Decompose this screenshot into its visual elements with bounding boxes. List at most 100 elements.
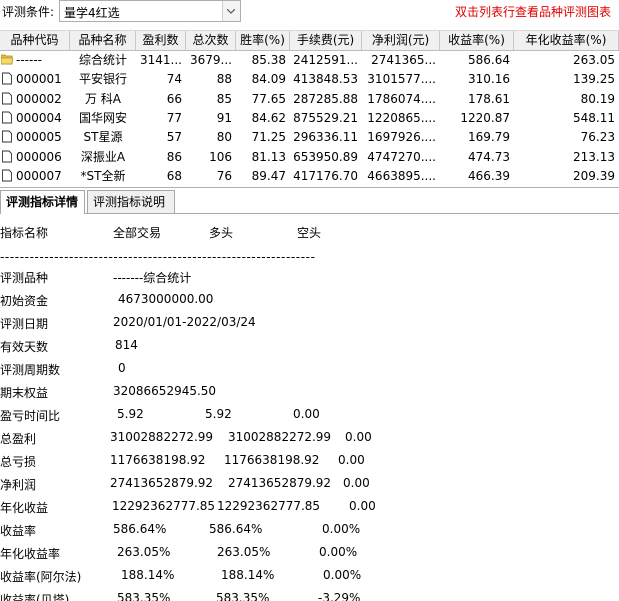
report-value-all: 27413652879.92	[110, 476, 214, 490]
report-item-label: 评测日期	[0, 317, 49, 331]
tab-bar: 评测指标详情 评测指标说明	[0, 190, 619, 214]
header-col-name[interactable]: 品种名称	[70, 31, 136, 50]
cell-col-code: 000007	[16, 168, 62, 183]
report-item-label: 收益率	[0, 524, 37, 538]
header-col-return[interactable]: 收益率(%)	[440, 31, 514, 50]
cell-col-net-profit: 3101577....	[367, 72, 436, 87]
cell-col-annual-return: 213.13	[573, 149, 615, 164]
report-col-name: 指标名称	[0, 226, 49, 240]
hint-text: 双击列表行查看品种评测图表	[454, 5, 611, 19]
cell-col-win-rate: 84.09	[251, 72, 286, 87]
cell-col-annual-return: 139.25	[573, 72, 615, 87]
cell-col-profit-count: 77	[166, 110, 182, 125]
table-row[interactable]: 000004 国华网安 77 91 84.62 875529.21 1220865.... 1…	[0, 109, 619, 128]
cell-col-net-profit: 1697926....	[367, 130, 436, 145]
cell-col-code: 000005	[16, 130, 62, 145]
report-item-label: 有效天数	[0, 340, 49, 354]
report-value-long: 583.35%	[216, 591, 270, 601]
report-item-label: 评测周期数	[0, 363, 61, 377]
cell-col-win-rate: 89.47	[251, 168, 286, 183]
report-item-label: 年化收益率	[0, 547, 61, 561]
report-value-long: 5.92	[205, 407, 232, 421]
report-panel[interactable]: 指标名称 全部交易 多头 空头 ------------------------…	[0, 214, 619, 601]
report-item-label: 净利润	[0, 478, 37, 492]
report-item-label: 总亏损	[0, 455, 37, 469]
tab-indicator-explanation[interactable]: 评测指标说明	[87, 190, 175, 213]
report-item-label: 盈亏时间比	[0, 409, 61, 423]
report-col-short: 空头	[297, 226, 322, 240]
cell-col-win-rate: 84.62	[251, 110, 286, 125]
cell-col-code: 000004	[16, 110, 62, 125]
cell-col-total-count: 3679...	[190, 53, 232, 67]
report-item-label: 期末权益	[0, 386, 49, 400]
toolbar: 评测条件: 量学4红选 双击列表行查看品种评测图表	[0, 0, 619, 24]
report-item-label: 总盈利	[0, 432, 37, 446]
report-value-short: 0.00	[345, 430, 372, 444]
header-col-fee[interactable]: 手续费(元)	[290, 31, 362, 50]
table-row[interactable]: 000006 深振业A 86 106 81.13 653950.89 4747270....…	[0, 148, 619, 167]
cell-col-return: 1220.87	[460, 110, 510, 125]
header-col-total-count[interactable]: 总次数	[186, 31, 236, 50]
cell-col-return: 586.64	[468, 53, 510, 67]
cell-col-fee: 413848.53	[293, 72, 358, 87]
report-value-short: 0.00	[343, 476, 370, 490]
header-col-code[interactable]: 品种代码	[0, 31, 70, 50]
dropdown-button[interactable]	[222, 1, 240, 21]
results-table[interactable]: 品种代码 品种名称 盈利数 总次数 胜率(%) 手续费(元) 净利润(元) 收益率(%) 年化收…	[0, 30, 619, 184]
header-col-profit-count[interactable]: 盈利数	[136, 31, 186, 50]
cell-col-net-profit: 1220865....	[367, 110, 436, 125]
table-row[interactable]: 000002 万 科A 66 85 77.65 287285.88 1786074.... 1…	[0, 90, 619, 109]
splitter[interactable]	[0, 187, 619, 188]
report-value-long: 586.64%	[209, 522, 263, 536]
cell-col-name: 国华网安	[78, 110, 127, 125]
report-value-all: 32086652945.50	[113, 384, 217, 398]
cell-col-annual-return: 548.11	[573, 110, 615, 125]
report-item-label: 初始资金	[0, 294, 49, 308]
cell-col-net-profit: 1786074....	[367, 91, 436, 106]
report-value-all: -------综合统计	[113, 271, 192, 285]
report-col-all: 全部交易	[113, 226, 162, 240]
table-row[interactable]: 000001 平安银行 74 88 84.09 413848.53 3101577.... 3…	[0, 70, 619, 89]
report-value-all: 583.35%	[117, 591, 171, 601]
cell-col-code: 000002	[16, 91, 62, 106]
report-value-long: 1176638198.92	[224, 453, 320, 467]
cell-col-net-profit: 4663895....	[367, 168, 436, 183]
report-value-long: 27413652879.92	[228, 476, 332, 490]
cell-col-annual-return: 209.39	[573, 168, 615, 183]
cell-col-profit-count: 68	[166, 168, 182, 183]
cell-col-fee: 417176.70	[293, 168, 358, 183]
header-col-net-profit[interactable]: 净利润(元)	[362, 31, 440, 50]
report-value-all: 31002882272.99	[110, 430, 214, 444]
cell-col-total-count: 85	[216, 91, 232, 106]
report-value-all: 4673000000.00	[118, 292, 214, 306]
table-header: 品种代码 品种名称 盈利数 总次数 胜率(%) 手续费(元) 净利润(元) 收益率(%) 年化收…	[0, 30, 619, 51]
table-row[interactable]: 000005 ST星源 57 80 71.25 296336.11 1697926.... 1…	[0, 128, 619, 147]
report-value-all: 2020/01/01-2022/03/24	[113, 315, 256, 329]
cell-col-profit-count: 57	[166, 130, 182, 145]
cell-col-annual-return: 80.19	[580, 91, 615, 106]
condition-select-value: 量学4红选	[64, 6, 120, 20]
table-row[interactable]: ------ 综合统计 3141... 3679... 85.38 2412591... 2…	[0, 51, 619, 70]
report-value-long: 31002882272.99	[228, 430, 332, 444]
cell-col-net-profit: 2741365...	[371, 53, 436, 67]
cell-col-profit-count: 86	[166, 149, 182, 164]
report-col-long: 多头	[209, 226, 234, 240]
cell-col-profit-count: 74	[166, 72, 182, 87]
report-value-short: 0.00%	[323, 568, 362, 582]
cell-col-win-rate: 85.38	[251, 53, 286, 67]
tab-indicator-details[interactable]: 评测指标详情	[0, 190, 85, 214]
cell-col-name: 平安银行	[78, 72, 127, 87]
report-value-all: 5.92	[117, 407, 144, 421]
report-value-long: 12292362777.85	[217, 499, 321, 513]
header-col-win-rate[interactable]: 胜率(%)	[236, 31, 290, 50]
report-value-long: 263.05%	[217, 545, 271, 559]
cell-col-return: 310.16	[468, 72, 510, 87]
report-value-short: 0.00	[293, 407, 320, 421]
header-col-annual-return[interactable]: 年化收益率(%)	[514, 31, 619, 50]
cell-col-name: 深振业A	[80, 149, 126, 164]
table-row[interactable]: 000007 *ST全新 68 76 89.47 417176.70 4663895....…	[0, 167, 619, 184]
cell-col-win-rate: 81.13	[251, 149, 286, 164]
report-value-short: 0.00	[349, 499, 376, 513]
report-value-all: 586.64%	[113, 522, 167, 536]
condition-select[interactable]: 量学4红选	[59, 0, 241, 22]
